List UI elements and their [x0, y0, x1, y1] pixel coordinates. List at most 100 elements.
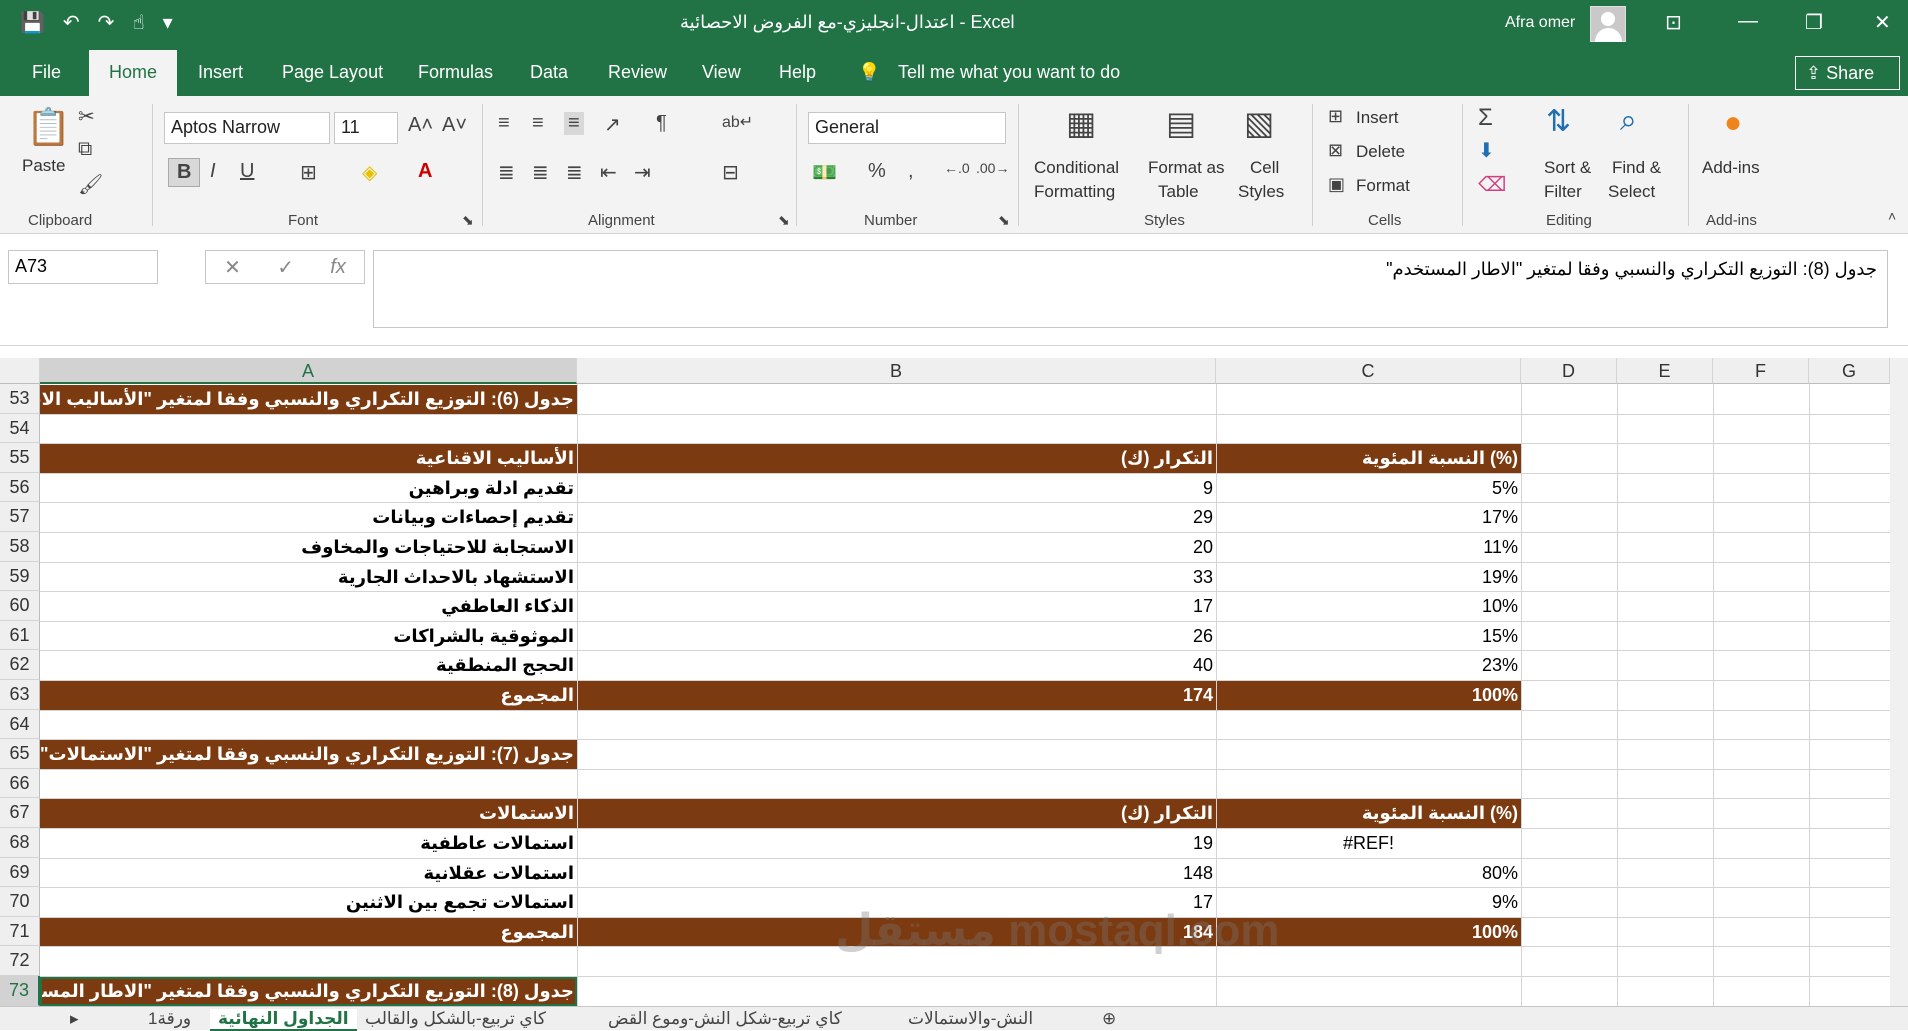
tell-me-search[interactable]: Tell me what you want to do	[898, 62, 1120, 83]
cell-a69[interactable]: استمالات عقلانية	[40, 859, 577, 888]
cell-a65[interactable]: جدول (7): التوزيع التكراري والنسبي وفقا …	[40, 740, 577, 769]
font-color-icon[interactable]: A	[418, 160, 432, 183]
sheet-nav-icon[interactable]: ▸	[70, 1009, 79, 1029]
increase-decimal-icon[interactable]: ←.0	[944, 160, 970, 176]
insert-cells-icon[interactable]: ⊞	[1328, 106, 1343, 127]
tab-file[interactable]: File	[32, 62, 61, 83]
cell-c62[interactable]: 23%	[1216, 651, 1521, 680]
format-as-table-icon[interactable]: ▤	[1166, 104, 1196, 142]
cell-a53[interactable]: جدول (6): التوزيع التكراري والنسبي وفقا …	[40, 385, 577, 414]
row-header[interactable]: 72	[0, 946, 40, 976]
cell-c68[interactable]: #REF!	[1216, 829, 1521, 858]
cell-a68[interactable]: استمالات عاطفية	[40, 829, 577, 858]
cell-b58[interactable]: 20	[577, 533, 1216, 562]
align-left-icon[interactable]: ≣	[498, 160, 515, 185]
delete-cells-label[interactable]: Delete	[1356, 140, 1405, 164]
row-header[interactable]: 68	[0, 828, 40, 858]
format-as-table-label-1[interactable]: Format as	[1148, 156, 1225, 180]
align-center-icon[interactable]: ≣	[532, 160, 549, 185]
cell-c63[interactable]: 100%	[1216, 681, 1521, 710]
cell-c67[interactable]: النسبة المئوية (%)	[1216, 799, 1521, 828]
tab-formulas[interactable]: Formulas	[418, 62, 493, 83]
column-header-b[interactable]: B	[577, 358, 1216, 384]
row-header[interactable]: 54	[0, 413, 40, 444]
cell-a55[interactable]: الأساليب الاقناعية	[40, 444, 577, 473]
italic-icon[interactable]: I	[210, 160, 216, 183]
cell-c69[interactable]: 80%	[1216, 859, 1521, 888]
cell-styles-label-2[interactable]: Styles	[1238, 180, 1284, 204]
sort-filter-label-2[interactable]: Filter	[1544, 180, 1582, 204]
sort-filter-label-1[interactable]: Sort &	[1544, 156, 1591, 180]
row-header[interactable]: 70	[0, 887, 40, 917]
clear-icon[interactable]: ⌫	[1478, 172, 1506, 197]
orientation-icon[interactable]: ↗	[604, 112, 621, 137]
cell-b68[interactable]: 19	[577, 829, 1216, 858]
row-header[interactable]: 62	[0, 650, 40, 680]
row-header[interactable]: 64	[0, 709, 40, 740]
wrap-text-icon[interactable]: ab↵	[722, 112, 753, 132]
find-select-icon[interactable]: ⌕	[1620, 104, 1637, 138]
formula-input[interactable]: جدول (8): التوزيع التكراري والنسبي وفقا …	[373, 250, 1888, 328]
customize-qat-icon[interactable]: ▾	[163, 10, 173, 35]
cell-b53[interactable]	[577, 385, 1216, 414]
align-bottom-icon[interactable]: ≡	[564, 112, 584, 135]
cell-b55[interactable]: التكرار (ك)	[577, 444, 1216, 473]
format-cells-label[interactable]: Format	[1356, 174, 1410, 198]
cell-b61[interactable]: 26	[577, 622, 1216, 651]
sort-filter-icon[interactable]: ⇅	[1546, 104, 1571, 139]
row-header[interactable]: 56	[0, 472, 40, 503]
cell-a63[interactable]: المجموع	[40, 681, 577, 710]
tab-review[interactable]: Review	[608, 62, 667, 83]
number-dialog-launcher-icon[interactable]: ⬊	[998, 212, 1010, 229]
row-header[interactable]: 53	[0, 384, 40, 414]
cell-c64[interactable]	[1216, 711, 1521, 740]
add-ins-icon[interactable]: ●	[1724, 106, 1742, 140]
tab-insert[interactable]: Insert	[198, 62, 243, 83]
tab-page-layout[interactable]: Page Layout	[282, 62, 383, 83]
cell-c60[interactable]: 10%	[1216, 592, 1521, 621]
cut-icon[interactable]: ✂	[78, 104, 95, 129]
row-header[interactable]: 61	[0, 620, 40, 651]
cell-a66[interactable]	[40, 770, 577, 799]
row-header[interactable]: 59	[0, 561, 40, 592]
paste-label[interactable]: Paste	[22, 154, 65, 178]
accounting-format-icon[interactable]: 💵	[812, 160, 837, 185]
column-header-c[interactable]: C	[1216, 358, 1521, 384]
increase-indent-icon[interactable]: ⇥	[634, 160, 651, 185]
cell-a58[interactable]: الاستجابة للاحتياجات والمخاوف	[40, 533, 577, 562]
row-header[interactable]: 67	[0, 798, 40, 828]
insert-function-icon[interactable]: fx	[330, 256, 346, 279]
cell-a54[interactable]	[40, 415, 577, 444]
cell-b64[interactable]	[577, 711, 1216, 740]
close-icon[interactable]: ✕	[1874, 10, 1891, 35]
cell-c57[interactable]: 17%	[1216, 503, 1521, 532]
cell-a61[interactable]: الموثوقية بالشراكات	[40, 622, 577, 651]
cell-styles-icon[interactable]: ▧	[1244, 104, 1274, 142]
autosum-icon[interactable]: Σ	[1478, 104, 1493, 132]
avatar[interactable]	[1590, 6, 1626, 42]
format-as-table-label-2[interactable]: Table	[1158, 180, 1199, 204]
format-cells-icon[interactable]: ▣	[1328, 174, 1345, 195]
borders-icon[interactable]: ⊞	[300, 160, 317, 185]
cell-a62[interactable]: الحجج المنطقية	[40, 651, 577, 680]
insert-cells-label[interactable]: Insert	[1356, 106, 1399, 130]
cell-c55[interactable]: النسبة المئوية (%)	[1216, 444, 1521, 473]
conditional-formatting-icon[interactable]: ▦	[1066, 104, 1096, 142]
row-header[interactable]: 63	[0, 680, 40, 710]
row-header[interactable]: 55	[0, 443, 40, 473]
sheet-tab-active[interactable]: الجداول النهائية	[210, 1009, 357, 1031]
cell-b69[interactable]: 148	[577, 859, 1216, 888]
row-header[interactable]: 57	[0, 502, 40, 532]
row-header[interactable]: 60	[0, 591, 40, 621]
cell-a60[interactable]: الذكاء العاطفي	[40, 592, 577, 621]
undo-icon[interactable]: ↶	[63, 10, 80, 35]
column-header-a[interactable]: A	[40, 358, 577, 384]
tab-data[interactable]: Data	[530, 62, 568, 83]
column-header-f[interactable]: F	[1713, 358, 1809, 384]
cell-b57[interactable]: 29	[577, 503, 1216, 532]
cell-b65[interactable]	[577, 740, 1216, 769]
copy-icon[interactable]: ⧉	[78, 138, 92, 161]
format-painter-icon[interactable]: 🖌	[78, 172, 103, 197]
font-size-select[interactable]: 11	[334, 112, 398, 144]
cell-c56[interactable]: 5%	[1216, 474, 1521, 503]
